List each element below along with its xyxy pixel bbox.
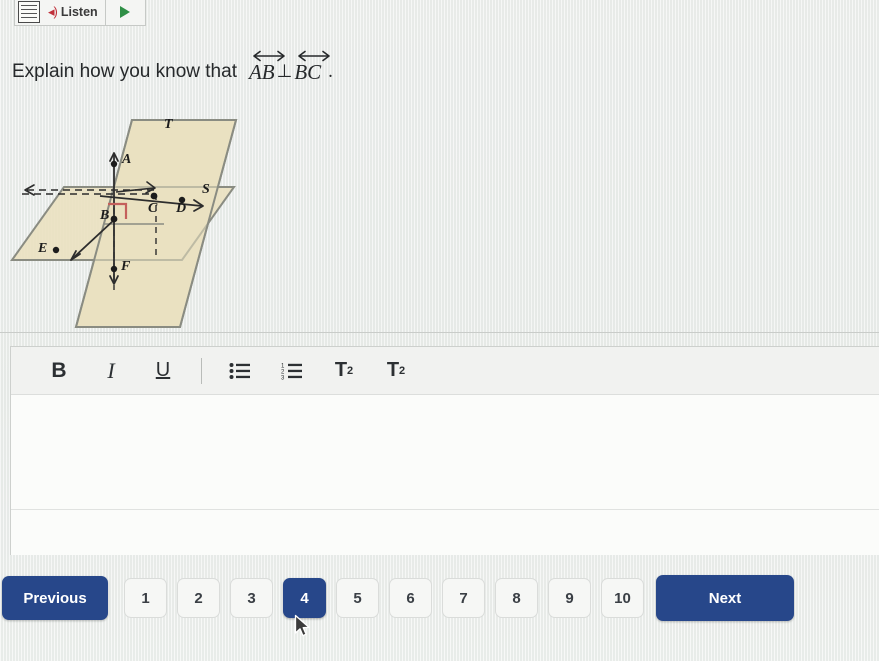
listen-widget[interactable]: ◂) Listen xyxy=(14,0,146,26)
segment-ab-label: AB xyxy=(248,60,275,84)
editor-toolbar: B I U 1 2 3 T 2 T 2 xyxy=(11,347,879,395)
question-text: Explain how you know that xyxy=(12,61,237,82)
line-ab: AB xyxy=(248,48,285,84)
content-divider xyxy=(0,332,879,333)
point-b-dot xyxy=(110,215,118,223)
play-button[interactable] xyxy=(104,0,145,25)
subscript-base: T xyxy=(386,359,400,381)
point-a-dot xyxy=(110,160,118,168)
listen-label: Listen xyxy=(60,4,98,19)
segment-bc-label: BC xyxy=(294,60,322,84)
page-button-8[interactable]: 8 xyxy=(495,578,538,618)
play-triangle-icon xyxy=(120,5,131,18)
page-button-10[interactable]: 10 xyxy=(601,578,644,618)
page-button-9[interactable]: 9 xyxy=(548,578,591,618)
superscript-exponent: 2 xyxy=(347,364,354,377)
question-line: Explain how you know that AB ⊥ BC . xyxy=(12,48,333,83)
page-button-5[interactable]: 5 xyxy=(336,578,379,618)
toolbar-divider xyxy=(201,357,202,384)
superscript-button[interactable]: T2 xyxy=(318,351,370,391)
point-e-dot xyxy=(52,246,60,254)
italic-button[interactable]: I xyxy=(85,351,137,391)
next-button[interactable]: Next xyxy=(656,575,794,621)
page-button-3[interactable]: 3 xyxy=(230,578,273,618)
answer-textarea[interactable] xyxy=(11,395,879,555)
underline-button[interactable]: U xyxy=(137,351,189,391)
point-c-dot xyxy=(150,192,158,200)
superscript-base: T xyxy=(334,359,348,381)
bold-button[interactable]: B xyxy=(33,351,85,391)
previous-button[interactable]: Previous xyxy=(2,576,108,620)
line-bc: BC xyxy=(294,48,331,84)
page-button-6[interactable]: 6 xyxy=(389,578,432,618)
subscript-button[interactable]: T2 xyxy=(370,351,422,391)
page-number-list: 1 2 3 4 5 6 7 8 9 10 xyxy=(124,578,644,618)
speaker-icon: ◂) xyxy=(48,4,58,19)
answer-editor: B I U 1 2 3 T 2 T 2 xyxy=(10,346,879,555)
point-f-dot xyxy=(110,265,118,273)
perpendicular-symbol: ⊥ xyxy=(276,61,293,81)
page-button-4[interactable]: 4 xyxy=(283,578,326,618)
period: . xyxy=(328,61,333,82)
editor-inner-rule xyxy=(11,509,879,510)
svg-text:3: 3 xyxy=(281,375,285,380)
screen-root: ◂) Listen Explain how you know that AB ⊥ xyxy=(0,0,879,661)
numbered-list-icon: 1 2 3 xyxy=(281,363,302,380)
math-expression: AB ⊥ BC . xyxy=(249,48,333,83)
page-button-1[interactable]: 1 xyxy=(124,578,167,618)
numbered-list-button[interactable]: 1 2 3 xyxy=(266,351,318,391)
pagination-bar: Previous 1 2 3 4 5 6 7 8 9 10 Next xyxy=(0,570,879,626)
subscript-index: 2 xyxy=(399,364,406,377)
two-intersecting-planes-diagram: T S A B C D E F xyxy=(4,112,254,332)
bullet-list-icon xyxy=(229,362,250,379)
page-button-7[interactable]: 7 xyxy=(442,578,485,618)
page-button-2[interactable]: 2 xyxy=(177,578,220,618)
document-lines-icon xyxy=(18,0,40,23)
bullet-list-button[interactable] xyxy=(214,351,266,391)
point-d-dot xyxy=(178,196,186,204)
